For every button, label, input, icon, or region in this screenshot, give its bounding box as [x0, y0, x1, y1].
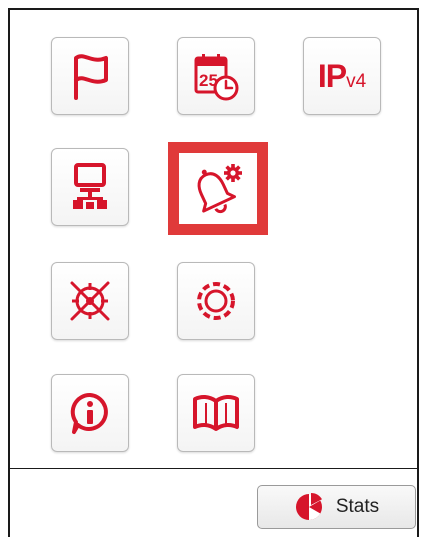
schedule-tile[interactable]: 25 [177, 37, 255, 115]
calendar-clock-icon: 25 [194, 54, 239, 101]
ipv4-tile[interactable]: IP v4 [303, 37, 381, 115]
dashed-circle-tile[interactable] [177, 262, 255, 340]
stats-button[interactable]: Stats [257, 485, 416, 529]
alarm-settings-tile[interactable] [168, 142, 268, 235]
ip-text: IP [317, 57, 347, 94]
bell-settings-icon [197, 163, 242, 213]
dashed-circle-icon [197, 282, 235, 320]
ip-version-text: v4 [346, 70, 367, 92]
network-tile[interactable] [51, 148, 129, 226]
manual-tile[interactable] [177, 374, 255, 452]
stats-label: Stats [335, 496, 380, 517]
open-book-icon [193, 394, 239, 431]
info-bubble-icon [70, 392, 108, 434]
footer-divider [8, 468, 419, 469]
ipv4-icon: IP v4 [318, 58, 366, 95]
network-computer-icon [73, 163, 107, 209]
crossed-target-icon [70, 281, 110, 321]
crossed-target-tile[interactable] [51, 262, 129, 340]
info-tile[interactable] [51, 374, 129, 452]
flag-icon [74, 54, 108, 100]
flag-tile[interactable] [51, 37, 129, 115]
pie-chart-icon [295, 493, 322, 521]
